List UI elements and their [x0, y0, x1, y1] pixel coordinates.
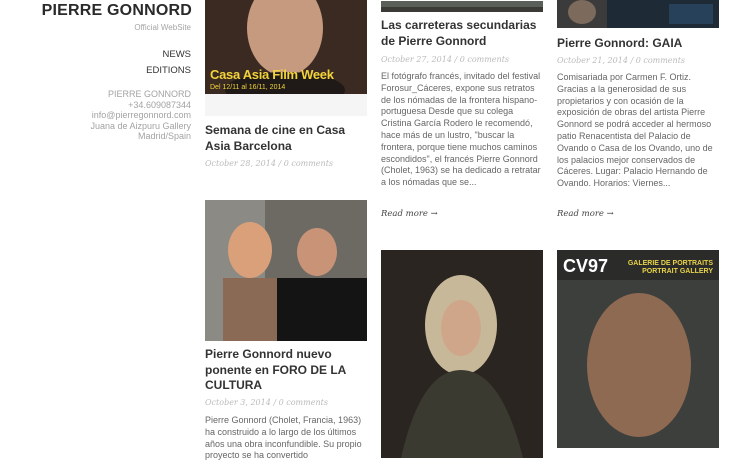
site-title[interactable]: PIERRE GONNORD — [42, 2, 192, 20]
post-date: October 3, 2014 — [205, 398, 271, 407]
contact-block: PIERRE GONNORD +34.609087344 info@pierre… — [90, 89, 191, 142]
post-thumbnail[interactable] — [557, 0, 719, 28]
nav-news[interactable]: NEWS — [146, 47, 192, 63]
contact-email[interactable]: info@pierregonnord.com — [90, 110, 191, 121]
magazine-cover-image — [557, 250, 719, 448]
contact-name: PIERRE GONNORD — [107, 89, 191, 99]
read-more-link[interactable]: Read more → — [381, 209, 438, 219]
post-thumbnail[interactable]: CV97 GALERIE DE PORTRAITS PORTRAIT GALLE… — [557, 250, 719, 448]
post-gaia: Pierre Gonnord: GAIA October 21, 2014 / … — [557, 0, 720, 230]
post-cv97: CV97 GALERIE DE PORTRAITS PORTRAIT GALLE… — [557, 250, 720, 458]
poster-dates: Del 12/11 al 16/11, 2014 — [210, 84, 286, 91]
poster-title: Casa Asia Film Week — [210, 67, 334, 82]
post-comments[interactable]: 0 comments — [636, 56, 685, 65]
post-casa-asia: Casa Asia Film Week Del 12/11 al 16/11, … — [205, 0, 367, 180]
post-thumbnail[interactable] — [205, 200, 367, 341]
post-date: October 28, 2014 — [205, 159, 276, 168]
landscape-image — [381, 1, 543, 12]
contact-city: Madrid/Spain — [137, 131, 191, 141]
cover-logo: CV97 — [563, 256, 609, 276]
post-meta: October 27, 2014 / 0 comments — [381, 55, 510, 64]
cover-tag-secondary: PORTRAIT GALLERY — [642, 268, 713, 275]
post-title[interactable]: Pierre Gonnord: GAIA — [557, 36, 719, 52]
contact-gallery: Juana de Aizpuru Gallery — [90, 120, 191, 131]
post-carreteras: Las carreteras secundarias de Pierre Gon… — [381, 0, 544, 230]
post-title[interactable]: Pierre Gonnord nuevo ponente en FORO DE … — [205, 347, 365, 394]
post-thumbnail[interactable] — [381, 250, 543, 458]
post-excerpt: El fotógrafo francés, invitado del festi… — [381, 71, 541, 188]
post-comments[interactable]: 0 comments — [284, 159, 333, 168]
post-excerpt: Comisariada por Carmen F. Ortiz. Gracias… — [557, 72, 713, 189]
post-comments[interactable]: 0 comments — [279, 398, 328, 407]
main-nav: NEWS EDITIONS — [146, 47, 191, 79]
portrait-image — [205, 200, 367, 341]
exhibition-image — [557, 0, 719, 28]
post-date: October 21, 2014 — [557, 56, 628, 65]
post-meta: October 3, 2014 / 0 comments — [205, 398, 328, 407]
post-title[interactable]: Semana de cine en Casa Asia Barcelona — [205, 123, 365, 154]
post-thumbnail[interactable] — [381, 0, 543, 12]
site-subtitle: Official WebSite — [134, 23, 191, 32]
read-more-link[interactable]: Read more → — [557, 209, 614, 219]
post-meta: October 21, 2014 / 0 comments — [557, 56, 686, 65]
woman-portrait-image — [381, 250, 543, 458]
post-title[interactable]: Las carreteras secundarias de Pierre Gon… — [381, 18, 543, 49]
contact-phone: +34.609087344 — [128, 99, 191, 110]
post-woman-portrait — [381, 250, 544, 458]
post-foro-cultura: Pierre Gonnord nuevo ponente en FORO DE … — [205, 200, 367, 460]
post-meta: October 28, 2014 / 0 comments — [205, 159, 334, 168]
nav-editions[interactable]: EDITIONS — [146, 63, 191, 79]
poster-image — [205, 0, 367, 116]
cover-tag: GALERIE DE PORTRAITS — [627, 260, 713, 267]
post-date: October 27, 2014 — [381, 55, 452, 64]
post-thumbnail[interactable]: Casa Asia Film Week Del 12/11 al 16/11, … — [205, 0, 367, 116]
post-excerpt: Pierre Gonnord (Cholet, Francia, 1963) h… — [205, 415, 362, 461]
post-comments[interactable]: 0 comments — [460, 55, 509, 64]
